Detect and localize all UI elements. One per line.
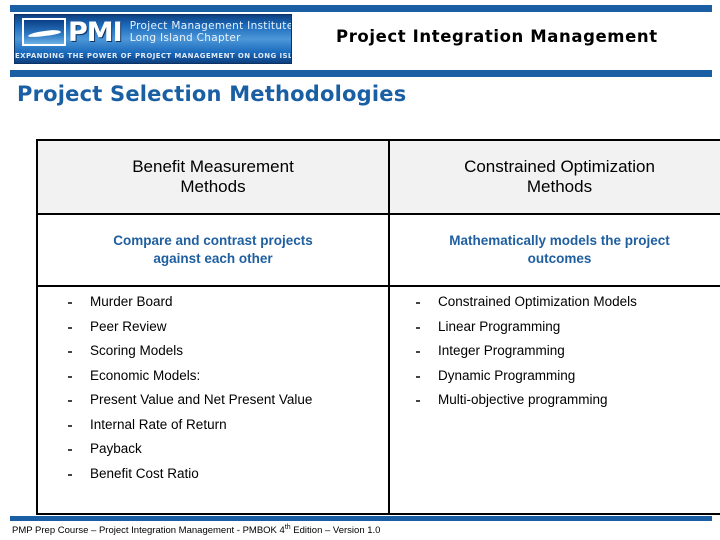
logo-tagline: EXPANDING THE POWER OF PROJECT MANAGEMEN… bbox=[15, 52, 292, 60]
list-item: Dynamic Programming bbox=[396, 367, 720, 383]
list-item-label: Constrained Optimization Models bbox=[438, 294, 637, 309]
list-item-label: Internal Rate of Return bbox=[90, 416, 227, 432]
list-item: Multi-objective programming bbox=[396, 393, 720, 407]
footer-text-main: PMP Prep Course – Project Integration Ma… bbox=[12, 525, 285, 537]
list-item: Murder Board bbox=[44, 295, 382, 309]
table-row-descriptions: Compare and contrast projects against ea… bbox=[36, 213, 720, 287]
bullet-dash-icon bbox=[68, 375, 72, 378]
pmi-long-island-logo: PMI Project Management Institute Long Is… bbox=[14, 14, 292, 64]
list-item-label: Peer Review bbox=[90, 318, 167, 334]
list-item-label: Benefit Cost Ratio bbox=[90, 465, 199, 481]
list-item: Present Value and Net Present Value bbox=[44, 393, 382, 407]
bullet-dash-icon bbox=[68, 326, 72, 329]
bullet-dash-icon bbox=[416, 375, 420, 378]
list-item: Linear Programming bbox=[396, 318, 720, 334]
table-cell-constrained-methods-list: Constrained Optimization Models Linear Pr… bbox=[388, 285, 720, 515]
subhead-right-line1: Mathematically models the project bbox=[449, 233, 670, 249]
table-header-benefit-measurement: Benefit Measurement Methods bbox=[36, 139, 390, 215]
logo-line-chapter: Long Island Chapter bbox=[129, 32, 241, 44]
list-item-label: Linear Programming bbox=[438, 318, 561, 334]
bullet-dash-icon bbox=[68, 302, 72, 304]
header-left-line1: Benefit Measurement bbox=[132, 156, 294, 176]
bullet-dash-icon bbox=[416, 351, 420, 353]
table-cell-benefit-description: Compare and contrast projects against ea… bbox=[36, 213, 390, 287]
table-cell-benefit-methods-list: Murder Board Peer Review Scoring Models Eco… bbox=[36, 285, 390, 515]
project-selection-methods-table: Benefit Measurement Methods Constrained … bbox=[36, 139, 720, 515]
list-item-label: Murder Board bbox=[90, 294, 173, 309]
logo-primary-row: PMI Project Management Institute Long Is… bbox=[15, 15, 291, 49]
list-item-label: Economic Models: bbox=[90, 367, 201, 383]
list-item: Economic Models: bbox=[44, 367, 382, 383]
table-header-constrained-optimization: Constrained Optimization Methods bbox=[388, 139, 720, 215]
bullet-dash-icon bbox=[416, 326, 420, 329]
list-item: Benefit Cost Ratio bbox=[44, 465, 382, 481]
footer-text: PMP Prep Course – Project Integration Ma… bbox=[12, 524, 380, 536]
list-item: Internal Rate of Return bbox=[44, 416, 382, 432]
subhead-right-line2: outcomes bbox=[527, 251, 592, 266]
list-item-label: Multi-objective programming bbox=[438, 392, 608, 407]
footer-accent-bar bbox=[10, 516, 712, 521]
list-item-label: Payback bbox=[90, 441, 142, 456]
bullet-dash-icon bbox=[68, 473, 72, 476]
logo-pmi-wordmark: PMI bbox=[68, 16, 123, 48]
benefit-measurement-method-list: Murder Board Peer Review Scoring Models Eco… bbox=[44, 295, 382, 480]
footer-text-tail: Edition – Version 1.0 bbox=[290, 525, 381, 537]
bullet-dash-icon bbox=[68, 424, 72, 427]
bullet-dash-icon bbox=[416, 400, 420, 402]
list-item-label: Present Value and Net Present Value bbox=[90, 392, 313, 407]
header-left-line2: Methods bbox=[180, 177, 246, 196]
bullet-dash-icon bbox=[416, 302, 420, 304]
header-right-line1: Constrained Optimization bbox=[464, 156, 655, 176]
bullet-dash-icon bbox=[68, 351, 72, 353]
logo-chapter-name: Project Management Institute Long Island… bbox=[129, 19, 292, 44]
list-item-label: Integer Programming bbox=[438, 343, 565, 358]
bullet-dash-icon bbox=[68, 449, 72, 451]
list-item: Peer Review bbox=[44, 318, 382, 334]
constrained-optimization-method-list: Constrained Optimization Models Linear Pr… bbox=[396, 295, 720, 407]
page-title: Project Selection Methodologies bbox=[17, 82, 407, 106]
list-item: Integer Programming bbox=[396, 344, 720, 358]
top-accent-bar bbox=[10, 5, 712, 12]
list-item-label: Dynamic Programming bbox=[438, 367, 576, 383]
bullet-dash-icon bbox=[68, 400, 72, 402]
subhead-left-line2: against each other bbox=[153, 251, 273, 266]
list-item: Scoring Models bbox=[44, 344, 382, 358]
list-item-label: Scoring Models bbox=[90, 343, 184, 358]
list-item: Payback bbox=[44, 442, 382, 456]
logo-line-institute: Project Management Institute bbox=[129, 19, 292, 32]
table-row-headers: Benefit Measurement Methods Constrained … bbox=[36, 139, 720, 215]
list-item: Constrained Optimization Models bbox=[396, 295, 720, 309]
table-cell-constrained-description: Mathematically models the project outcom… bbox=[388, 213, 720, 287]
subhead-left-line1: Compare and contrast projects bbox=[113, 233, 313, 249]
table-row-method-lists: Murder Board Peer Review Scoring Models Eco… bbox=[36, 285, 720, 515]
header-divider-bar bbox=[10, 70, 712, 77]
header-right-line2: Methods bbox=[526, 177, 593, 196]
long-island-map-icon bbox=[22, 18, 66, 46]
slide-title: Project Integration Management bbox=[336, 27, 658, 46]
